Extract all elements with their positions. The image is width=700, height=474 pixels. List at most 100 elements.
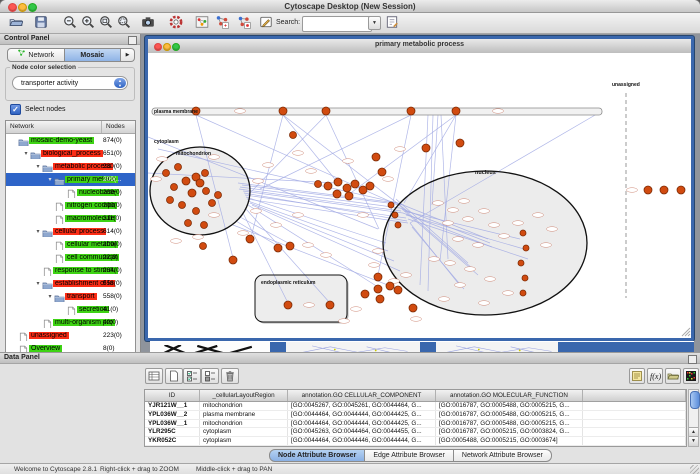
notes-button[interactable] bbox=[629, 368, 645, 384]
background-window-fragment[interactable] bbox=[286, 341, 420, 352]
graph-node[interactable] bbox=[200, 243, 207, 250]
formula-button[interactable]: f(x) bbox=[647, 368, 663, 384]
tree-item-macromolecule[interactable]: macromolecule311(0) bbox=[6, 212, 135, 225]
graph-node[interactable] bbox=[179, 202, 186, 209]
graph-node[interactable] bbox=[677, 186, 685, 194]
tab-overflow-arrow[interactable]: ▶ bbox=[121, 48, 135, 62]
graph-node[interactable] bbox=[520, 230, 526, 236]
graph-node[interactable] bbox=[279, 107, 287, 115]
tree-item-transport[interactable]: ▾transport558(0) bbox=[6, 290, 135, 303]
tab-mosaic[interactable]: Mosaic bbox=[65, 48, 122, 62]
tree-expand-arrow[interactable]: ▾ bbox=[34, 228, 42, 235]
tree-item-primary-metabo[interactable]: ▾primary metabo209(... bbox=[6, 173, 135, 186]
background-window-fragment[interactable] bbox=[270, 341, 286, 352]
tree-item-nucleobase-[interactable]: nucleobase-209(0) bbox=[6, 186, 135, 199]
graph-node[interactable] bbox=[290, 132, 297, 139]
app-titlebar[interactable]: Cytoscape Desktop (New Session) bbox=[0, 0, 700, 13]
graph-node[interactable] bbox=[246, 235, 254, 243]
graph-node[interactable] bbox=[395, 222, 401, 228]
toolbar-network-overview-button[interactable] bbox=[194, 15, 210, 31]
graph-node[interactable] bbox=[215, 192, 222, 199]
tree-item-unassigned[interactable]: unassigned223(0) bbox=[6, 329, 135, 342]
matrix-button[interactable] bbox=[683, 368, 699, 384]
column-header-_cellularLayoutRegion[interactable]: _cellularLayoutRegion bbox=[200, 390, 288, 401]
new-attribute-button[interactable] bbox=[165, 368, 183, 384]
tab-network-attribute-browser[interactable]: Network Attribute Browser bbox=[454, 449, 552, 462]
tree-column-nodes[interactable]: Nodes bbox=[102, 121, 135, 133]
graph-node[interactable] bbox=[286, 242, 294, 250]
graph-node[interactable] bbox=[366, 182, 374, 190]
graph-node[interactable] bbox=[392, 212, 398, 218]
graph-node[interactable] bbox=[326, 301, 334, 309]
network-window-titlebar[interactable]: primary metabolic process bbox=[148, 39, 691, 54]
table-row-YPL036W__2[interactable]: YPL036W__2plasma membrane[GO:0044464, GO… bbox=[145, 411, 686, 420]
toolbar-zoom-region-button[interactable] bbox=[116, 15, 132, 31]
graph-node[interactable] bbox=[182, 177, 190, 185]
float-panel-icon[interactable] bbox=[688, 355, 697, 364]
node-color-attribute-select[interactable]: transporter activity ▲▼ bbox=[12, 76, 128, 90]
tree-item-mosaic-demo-yeast[interactable]: mosaic-demo-yeast874(0) bbox=[6, 134, 135, 147]
tree-item-multi-organism-pro[interactable]: multi-organism pro42(0) bbox=[6, 316, 135, 329]
tree-item-establishment-of-lo[interactable]: ▾establishment of lo558(0) bbox=[6, 277, 135, 290]
unselect-attributes-button[interactable] bbox=[201, 368, 219, 384]
background-window-fragment[interactable] bbox=[558, 341, 694, 352]
table-row-YLR295C[interactable]: YLR295Ccytoplasm[GO:0045263, GO:0044464,… bbox=[145, 428, 686, 437]
import-table-button[interactable] bbox=[665, 368, 681, 384]
graph-node[interactable] bbox=[422, 144, 430, 152]
graph-node[interactable] bbox=[201, 222, 208, 229]
graph-node[interactable] bbox=[345, 192, 353, 200]
table-row-YPL036W__1[interactable]: YPL036W__1mitochondrion[GO:0044464, GO:0… bbox=[145, 420, 686, 429]
toolbar-filter-edit-button[interactable] bbox=[384, 15, 400, 31]
graph-node[interactable] bbox=[394, 286, 402, 294]
column-header-empty[interactable] bbox=[583, 390, 686, 401]
graph-node[interactable] bbox=[523, 245, 529, 251]
tree-expand-arrow[interactable]: ▾ bbox=[22, 150, 30, 157]
graph-node[interactable] bbox=[334, 178, 342, 186]
toolbar-layout-a-button[interactable] bbox=[214, 15, 230, 31]
graph-node[interactable] bbox=[660, 186, 668, 194]
column-header-annotation.GO CELLULAR_COMPONENT[interactable]: annotation.GO CELLULAR_COMPONENT bbox=[288, 390, 436, 401]
tab-network[interactable]: Network bbox=[7, 48, 65, 62]
toolbar-save-button[interactable] bbox=[33, 15, 49, 31]
tree-expand-arrow[interactable]: ▾ bbox=[46, 176, 54, 183]
graph-node[interactable] bbox=[188, 189, 196, 197]
graph-node[interactable] bbox=[522, 275, 528, 281]
graph-node[interactable] bbox=[322, 107, 330, 115]
graph-node[interactable] bbox=[386, 282, 394, 290]
network-view-window[interactable]: primary metabolic process plasma membran… bbox=[145, 36, 694, 341]
tree-item-biological-process[interactable]: ▾biological_process651(0) bbox=[6, 147, 135, 160]
graph-node[interactable] bbox=[175, 164, 182, 171]
graph-node[interactable] bbox=[163, 170, 170, 177]
toolbar-open-button[interactable] bbox=[8, 15, 24, 31]
background-window-fragment[interactable] bbox=[420, 341, 436, 352]
toolbar-zoom-in-button[interactable] bbox=[80, 15, 96, 31]
graph-node[interactable] bbox=[518, 260, 524, 266]
graph-node[interactable] bbox=[171, 184, 178, 191]
column-header-ID[interactable]: ID bbox=[145, 390, 200, 401]
graph-node[interactable] bbox=[229, 256, 237, 264]
table-row-YKR052C[interactable]: YKR052Ccytoplasm[GO:0044464, GO:0044446,… bbox=[145, 437, 686, 446]
graph-node[interactable] bbox=[376, 295, 384, 303]
graph-node[interactable] bbox=[351, 180, 359, 188]
tree-item-nitrogen-compo[interactable]: nitrogen compo209(0) bbox=[6, 199, 135, 212]
graph-node[interactable] bbox=[456, 139, 464, 147]
scroll-down-button[interactable]: ▼ bbox=[689, 436, 698, 446]
tree-item-cellular-process[interactable]: ▾cellular process614(0) bbox=[6, 225, 135, 238]
canvas-resize-grip[interactable] bbox=[682, 328, 690, 336]
select-attributes-button[interactable] bbox=[183, 368, 201, 384]
graph-node[interactable] bbox=[324, 182, 332, 190]
graph-node[interactable] bbox=[407, 107, 415, 115]
graph-node[interactable] bbox=[185, 220, 192, 227]
graph-node[interactable] bbox=[361, 290, 369, 298]
graph-node[interactable] bbox=[315, 181, 322, 188]
graph-node[interactable] bbox=[388, 202, 394, 208]
network-canvas[interactable]: plasma membranecytoplasmmitochondrionnuc… bbox=[148, 53, 691, 338]
tree-item-cellular-metabol[interactable]: cellular metabol209(0) bbox=[6, 238, 135, 251]
scrollbar-thumb[interactable] bbox=[690, 391, 700, 409]
toolbar-annotation-button[interactable] bbox=[258, 15, 274, 31]
background-window-fragment[interactable] bbox=[436, 341, 558, 352]
graph-node[interactable] bbox=[202, 170, 209, 177]
float-panel-icon[interactable] bbox=[128, 36, 137, 45]
graph-node[interactable] bbox=[193, 208, 200, 215]
toolbar-vizmapper-button[interactable] bbox=[168, 15, 184, 31]
